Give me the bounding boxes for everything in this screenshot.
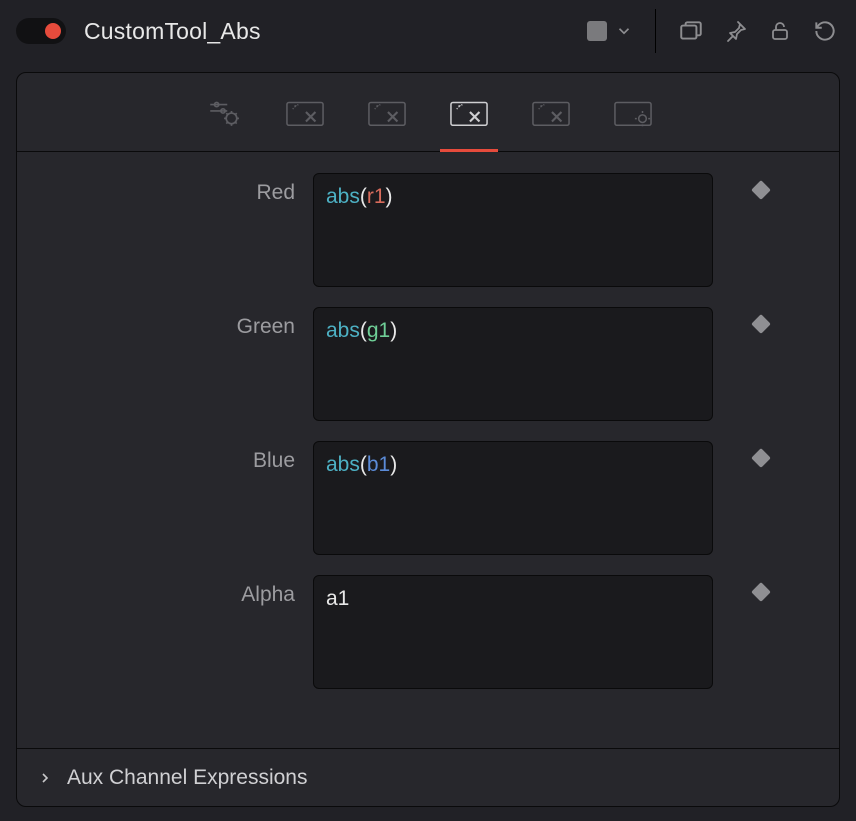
tile-color-swatch[interactable]: [587, 21, 607, 41]
channel-expression-list: Red abs(r1) Green abs(g1) Blue abs(b1) A…: [17, 151, 839, 748]
node-title: CustomTool_Abs: [84, 18, 261, 45]
expression-field-green[interactable]: abs(g1): [313, 307, 713, 421]
inspector-tab-strip: [17, 73, 839, 152]
expression-field-red[interactable]: abs(r1): [313, 173, 713, 287]
inspector-panel: Red abs(r1) Green abs(g1) Blue abs(b1) A…: [16, 72, 840, 807]
channel-label: Blue: [17, 441, 313, 473]
tile-color-dropdown[interactable]: [615, 22, 633, 40]
keyframe-diamond[interactable]: [751, 180, 771, 200]
pin-icon[interactable]: [724, 19, 748, 43]
tab-expr-2[interactable]: [366, 73, 408, 151]
channel-label: Green: [17, 307, 313, 339]
lock-icon[interactable]: [768, 19, 792, 43]
channel-row-green: Green abs(g1): [17, 307, 839, 421]
aux-channels-section-toggle[interactable]: Aux Channel Expressions: [17, 748, 839, 806]
channel-row-blue: Blue abs(b1): [17, 441, 839, 555]
reset-icon[interactable]: [812, 18, 838, 44]
channel-row-red: Red abs(r1): [17, 173, 839, 287]
tab-settings[interactable]: [612, 73, 654, 151]
new-window-icon[interactable]: [678, 18, 704, 44]
tab-controls[interactable]: [202, 73, 244, 151]
power-toggle[interactable]: [16, 18, 66, 44]
aux-channels-label: Aux Channel Expressions: [67, 766, 307, 790]
channel-label: Alpha: [17, 575, 313, 607]
tab-expr-1[interactable]: [284, 73, 326, 151]
keyframe-diamond[interactable]: [751, 582, 771, 602]
power-indicator-icon: [45, 23, 61, 39]
channel-label: Red: [17, 173, 313, 205]
tab-expr-4[interactable]: [530, 73, 572, 151]
chevron-right-icon: [37, 770, 53, 786]
keyframe-diamond[interactable]: [751, 314, 771, 334]
expression-field-blue[interactable]: abs(b1): [313, 441, 713, 555]
keyframe-diamond[interactable]: [751, 448, 771, 468]
channel-row-alpha: Alpha a1: [17, 575, 839, 689]
expression-field-alpha[interactable]: a1: [313, 575, 713, 689]
header-separator: [655, 9, 656, 53]
tab-expr-3[interactable]: [448, 73, 490, 151]
